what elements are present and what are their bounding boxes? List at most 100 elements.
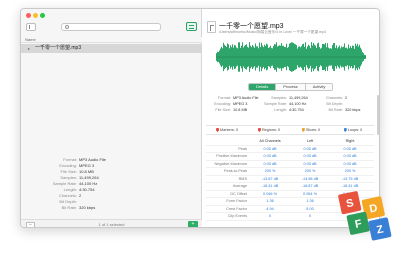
- logo-watermark: S D F Z: [338, 191, 392, 241]
- audio-file-icon: [207, 21, 216, 33]
- stat-value-all: 0: [268, 214, 272, 218]
- info-label: Length:: [274, 108, 287, 112]
- close-window-button[interactable]: [26, 13, 31, 18]
- stats-column-header: Right: [345, 139, 355, 143]
- stat-label: Negative Maximum: [214, 161, 248, 166]
- stats-column-header: All Channels: [259, 139, 281, 143]
- app-window: Name 一千零一个愿望.mp3 Format:MP3 Audio FileEn…: [20, 8, 380, 228]
- info-cell: Length: 4:30.754: [262, 107, 318, 113]
- stat-value-right: 0.00 dB: [343, 146, 357, 151]
- minimize-window-button[interactable]: [33, 13, 38, 18]
- sidebar-toggle-icon[interactable]: [26, 23, 36, 31]
- loops-icon: [343, 128, 347, 132]
- stat-label: Average: [232, 184, 247, 188]
- stat-value-right: 0.00 dB: [343, 154, 357, 158]
- markers-icon: [216, 128, 220, 132]
- info-cell: File Size: 10.8 MB: [206, 107, 262, 113]
- stat-value-all: -13.87 dB: [261, 176, 279, 181]
- marker-count-slices: Slices: 0: [290, 128, 332, 132]
- property-row: Bit Rate: 320 kbps: [21, 205, 202, 211]
- stat-value-left: 0.00 dB: [303, 161, 317, 166]
- marker-label: Slices:: [305, 128, 318, 132]
- regions-icon: [257, 128, 261, 132]
- stat-label: Clip Events: [227, 214, 247, 218]
- stat-value-all: -16.41 dB: [261, 184, 279, 188]
- zoom-window-button[interactable]: [40, 13, 45, 18]
- info-label: Bit Rate:: [328, 108, 343, 112]
- stat-label: Peak-to-Peak: [223, 169, 247, 173]
- selection-status: 1 of 1 selected: [98, 222, 125, 227]
- stat-label: RMS: [238, 176, 247, 181]
- stat-value-left: -13.98 dB: [301, 176, 319, 181]
- add-file-button[interactable]: +: [188, 221, 198, 227]
- stat-value-right: 0.00 dB: [343, 161, 357, 166]
- stat-value-left: 0.00 dB: [303, 146, 317, 151]
- stat-value-right: 200 %: [344, 169, 356, 173]
- stats-row: Peak-to-Peak 200 % 200 % 200 %: [206, 168, 374, 176]
- marker-label: Loops:: [347, 128, 360, 132]
- name-column-header[interactable]: Name: [21, 37, 202, 43]
- marker-count-regions: Regions: 0: [248, 128, 290, 132]
- tab-details[interactable]: Details: [249, 84, 277, 90]
- stat-value-left: 5.00: [306, 206, 314, 211]
- stats-row: Peak 0.00 dB 0.00 dB 0.00 dB: [206, 146, 374, 153]
- property-value: 320 kbps: [79, 205, 96, 210]
- marker-value: 0: [318, 128, 321, 132]
- stats-column-header: Left: [306, 139, 314, 143]
- left-footer: − 1 of 1 selected +: [21, 219, 202, 227]
- info-cell: Bit Rate: 320 kbps: [318, 107, 374, 113]
- waveform-display[interactable]: [216, 36, 366, 78]
- tab-activity[interactable]: Activity: [305, 84, 333, 90]
- stat-value-all: 0.046 %: [263, 191, 277, 196]
- stat-value-left: 0: [308, 214, 312, 218]
- marker-value: 0: [277, 128, 281, 132]
- stat-label: DC Offset: [230, 191, 247, 196]
- marker-value: 0: [360, 128, 363, 132]
- marker-label: Regions:: [261, 128, 277, 132]
- info-label: File Size:: [215, 108, 231, 112]
- stat-value-all: 200 %: [264, 169, 276, 173]
- file-path: /Users/sdfnsnfoc/Music/网易云音乐/4 In Love/ …: [219, 30, 327, 34]
- search-field[interactable]: [61, 23, 161, 31]
- stat-value-all: 1.36: [266, 199, 274, 203]
- info-value: 4:30.754: [289, 108, 304, 112]
- marker-count-loops: Loops: 0: [332, 128, 374, 132]
- marker-count-markers: Markers: 0: [206, 128, 248, 132]
- stat-value-right: -13.75 dB: [341, 176, 359, 181]
- scrollbar[interactable]: [377, 95, 379, 135]
- stat-label: Positive Maximum: [216, 154, 247, 158]
- stat-value-all: 0.00 dB: [263, 161, 277, 166]
- marker-label: Markers:: [220, 128, 235, 132]
- file-info-grid: Format: MP3 Audio File Samples: 11,499,264 C…: [206, 95, 374, 113]
- info-row: File Size: 10.8 MB Length: 4:30.754 Bit Rate…: [206, 107, 374, 113]
- left-toolbar: [21, 21, 202, 35]
- property-value: 2: [79, 193, 82, 198]
- marker-value: 0: [235, 128, 238, 132]
- stats-row: Positive Maximum 0.00 dB 0.00 dB 0.00 dB: [206, 153, 374, 161]
- stats-row: RMS -13.87 dB -13.98 dB -13.75 dB: [206, 176, 374, 183]
- file-list-item[interactable]: 一千零一个愿望.mp3: [21, 44, 202, 53]
- info-value: 10.8 MB: [233, 108, 248, 112]
- window-controls: [26, 13, 45, 18]
- stat-value-left: 200 %: [304, 169, 316, 173]
- property-value: 4:30.754: [79, 187, 95, 192]
- stat-value-left: -16.87 dB: [301, 184, 319, 188]
- list-view-icon[interactable]: [186, 22, 197, 31]
- file-browser-pane: Name 一千零一个愿望.mp3 Format:MP3 Audio FileEn…: [21, 9, 202, 227]
- stats-column-header: [206, 138, 250, 145]
- stat-label: Form Factor: [226, 199, 247, 203]
- stat-label: Crest Factor: [226, 206, 247, 211]
- stat-value-left: 0.054 %: [303, 191, 317, 196]
- stat-value-left: 0.00 dB: [303, 154, 317, 158]
- stat-value-all: 0.00 dB: [263, 154, 277, 158]
- file-properties: Format: MP3 Audio File Encoding: MPEG 3 File…: [21, 157, 202, 211]
- stat-value-all: 0.00 dB: [263, 146, 277, 151]
- tab-process[interactable]: Process: [276, 84, 306, 90]
- stat-label: Peak: [238, 146, 247, 151]
- info-value: 320 kbps: [345, 108, 361, 112]
- stat-value-all: 4.94: [266, 206, 274, 211]
- marker-counts: Markers: 0 Regions: 0 Slices: 0 Loops: 0: [206, 125, 374, 135]
- search-input[interactable]: [72, 24, 158, 30]
- slices-icon: [301, 128, 305, 132]
- stats-header-row: All Channels Left Right: [206, 138, 374, 146]
